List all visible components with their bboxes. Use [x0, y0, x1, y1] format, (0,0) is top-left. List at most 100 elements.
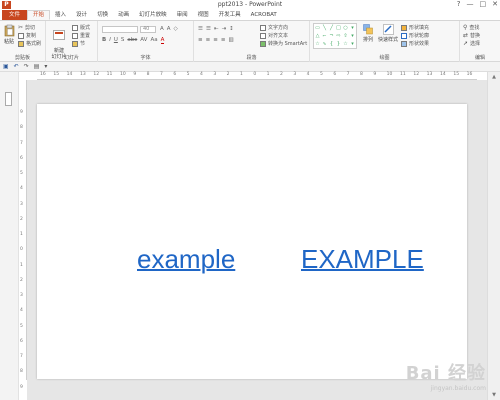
- grow-font-button[interactable]: A: [160, 26, 164, 32]
- line-spacing-button[interactable]: ↕: [229, 26, 234, 32]
- font-size-combo[interactable]: 40: [140, 26, 156, 33]
- font-name-combo[interactable]: [102, 26, 138, 33]
- smartart-button[interactable]: 转换为 SmartArt: [260, 40, 307, 47]
- vertical-ruler: 9 8 7 6 5 4 3 2 1 0 1 2 3 4 5 6 7 8 9: [19, 80, 27, 390]
- replace-button[interactable]: ⇄ 替换: [463, 32, 480, 39]
- arrow-shape-icon[interactable]: ⇧: [342, 32, 349, 40]
- hyperlink-lowercase[interactable]: example: [137, 244, 235, 275]
- shape-outline-button[interactable]: 形状轮廓: [401, 32, 429, 39]
- customize-toolbar-icon[interactable]: ▾: [44, 63, 47, 70]
- text-direction-button[interactable]: 文字方向: [260, 24, 288, 31]
- reset-button[interactable]: 重置: [72, 32, 90, 39]
- tab-design[interactable]: 设计: [71, 10, 92, 20]
- triangle-shape-icon[interactable]: △: [314, 32, 321, 40]
- shrink-font-button[interactable]: A: [167, 26, 171, 32]
- more-shapes-icon[interactable]: ▾: [349, 32, 356, 40]
- align-right-button[interactable]: ≡: [213, 37, 218, 43]
- scroll-up-icon[interactable]: ▲: [488, 74, 500, 80]
- textbox-shape-icon[interactable]: ▭: [314, 24, 321, 32]
- star-shape-icon[interactable]: ☆: [342, 40, 349, 48]
- increase-indent-button[interactable]: ⇥: [221, 26, 226, 32]
- tab-acrobat[interactable]: ACROBAT: [246, 10, 282, 20]
- ruler-tick-label: 4: [20, 308, 23, 314]
- tab-view[interactable]: 视图: [193, 10, 214, 20]
- align-text-button[interactable]: 对齐文本: [260, 32, 288, 39]
- hyperlink-uppercase[interactable]: EXAMPLE: [301, 244, 424, 275]
- section-button[interactable]: 节: [72, 40, 85, 47]
- brace-shape-icon[interactable]: {: [328, 40, 335, 48]
- format-painter-button[interactable]: 格式刷: [18, 40, 41, 47]
- text-direction-icon: [260, 24, 266, 31]
- thumbnail-toggle[interactable]: [5, 92, 12, 106]
- slide[interactable]: example EXAMPLE: [37, 104, 467, 379]
- brace-shape-icon[interactable]: }: [335, 40, 342, 48]
- reset-icon: [72, 32, 78, 39]
- help-button[interactable]: ?: [457, 0, 461, 9]
- font-group-label: 字体: [140, 55, 151, 61]
- columns-button[interactable]: ▥: [228, 37, 233, 43]
- shape-fill-button[interactable]: 形状填充: [401, 24, 429, 31]
- select-button[interactable]: ➚ 选择: [463, 40, 480, 47]
- tab-home[interactable]: 开始: [27, 10, 51, 20]
- tab-insert[interactable]: 插入: [50, 10, 71, 20]
- quick-styles-button[interactable]: 快速样式: [378, 24, 398, 43]
- arrange-button[interactable]: 排列: [360, 24, 376, 43]
- shape-effects-button[interactable]: 形状效果: [401, 40, 429, 47]
- more-shapes-icon[interactable]: ▾: [349, 40, 356, 48]
- bullets-button[interactable]: ☰: [198, 26, 203, 32]
- close-button[interactable]: ✕: [492, 0, 498, 9]
- arrange-label: 排列: [362, 37, 373, 43]
- ruler-tick-label: 5: [186, 72, 190, 77]
- italic-button[interactable]: I: [109, 37, 111, 44]
- decrease-indent-button[interactable]: ⇤: [214, 26, 219, 32]
- strikethrough-button[interactable]: abc: [127, 37, 137, 44]
- scroll-down-icon[interactable]: ▼: [488, 392, 500, 398]
- align-center-button[interactable]: ≡: [206, 37, 211, 43]
- justify-button[interactable]: ≡: [221, 37, 226, 43]
- vertical-scrollbar[interactable]: ▲ ▼: [487, 72, 500, 400]
- tab-developer[interactable]: 开发工具: [214, 10, 246, 20]
- connector-shape-icon[interactable]: ⌐: [321, 32, 328, 40]
- line-shape-icon[interactable]: ╱: [328, 24, 335, 32]
- layout-button[interactable]: 版式: [72, 24, 90, 31]
- maximize-button[interactable]: □: [480, 0, 487, 9]
- minimize-button[interactable]: —: [467, 0, 474, 9]
- tab-slideshow[interactable]: 幻灯片放映: [134, 10, 172, 20]
- ruler-tick-label: 2: [20, 277, 23, 283]
- tab-review[interactable]: 审阅: [172, 10, 193, 20]
- paste-button[interactable]: 粘贴: [2, 24, 16, 45]
- smartart-label: 转换为 SmartArt: [268, 41, 308, 47]
- star-shape-icon[interactable]: ☆: [314, 40, 321, 48]
- change-case-button[interactable]: Aa: [150, 37, 157, 44]
- redo-icon[interactable]: ↷: [24, 63, 29, 70]
- save-icon[interactable]: ▣: [3, 63, 9, 70]
- curve-shape-icon[interactable]: ∿: [321, 40, 328, 48]
- tab-transitions[interactable]: 切换: [92, 10, 113, 20]
- line-shape-icon[interactable]: ╲: [321, 24, 328, 32]
- copy-button[interactable]: 复制: [18, 32, 36, 39]
- undo-icon[interactable]: ↶: [14, 63, 19, 70]
- layout-label: 版式: [80, 25, 91, 31]
- find-button[interactable]: ⚲ 查找: [463, 24, 479, 31]
- replace-icon: ⇄: [463, 32, 469, 39]
- underline-button[interactable]: U: [114, 37, 118, 44]
- layout-icon: [72, 24, 78, 31]
- ruler-tick-label: 14: [440, 72, 446, 77]
- oval-shape-icon[interactable]: ○: [342, 24, 349, 32]
- numbering-button[interactable]: ☰: [206, 26, 211, 32]
- clear-format-button[interactable]: ◇: [174, 26, 178, 32]
- shapes-gallery[interactable]: ▭ ╲ ╱ □ ○ ▾ △ ⌐ ¬ ⇨ ⇧ ▾ ☆ ∿ { } ☆ ▾: [313, 23, 357, 49]
- char-spacing-button[interactable]: AV: [140, 37, 147, 44]
- shadow-button[interactable]: S: [121, 37, 125, 44]
- bold-button[interactable]: B: [102, 37, 106, 44]
- start-slideshow-icon[interactable]: ▤: [34, 63, 40, 70]
- more-shapes-icon[interactable]: ▾: [349, 24, 356, 32]
- font-color-button[interactable]: A: [160, 37, 165, 44]
- tab-file[interactable]: 文件: [2, 10, 28, 20]
- cut-button[interactable]: ✂ 剪切: [18, 24, 35, 31]
- connector-shape-icon[interactable]: ¬: [328, 32, 335, 40]
- arrow-shape-icon[interactable]: ⇨: [335, 32, 342, 40]
- tab-animations[interactable]: 动画: [113, 10, 134, 20]
- rectangle-shape-icon[interactable]: □: [335, 24, 342, 32]
- align-left-button[interactable]: ≡: [198, 37, 203, 43]
